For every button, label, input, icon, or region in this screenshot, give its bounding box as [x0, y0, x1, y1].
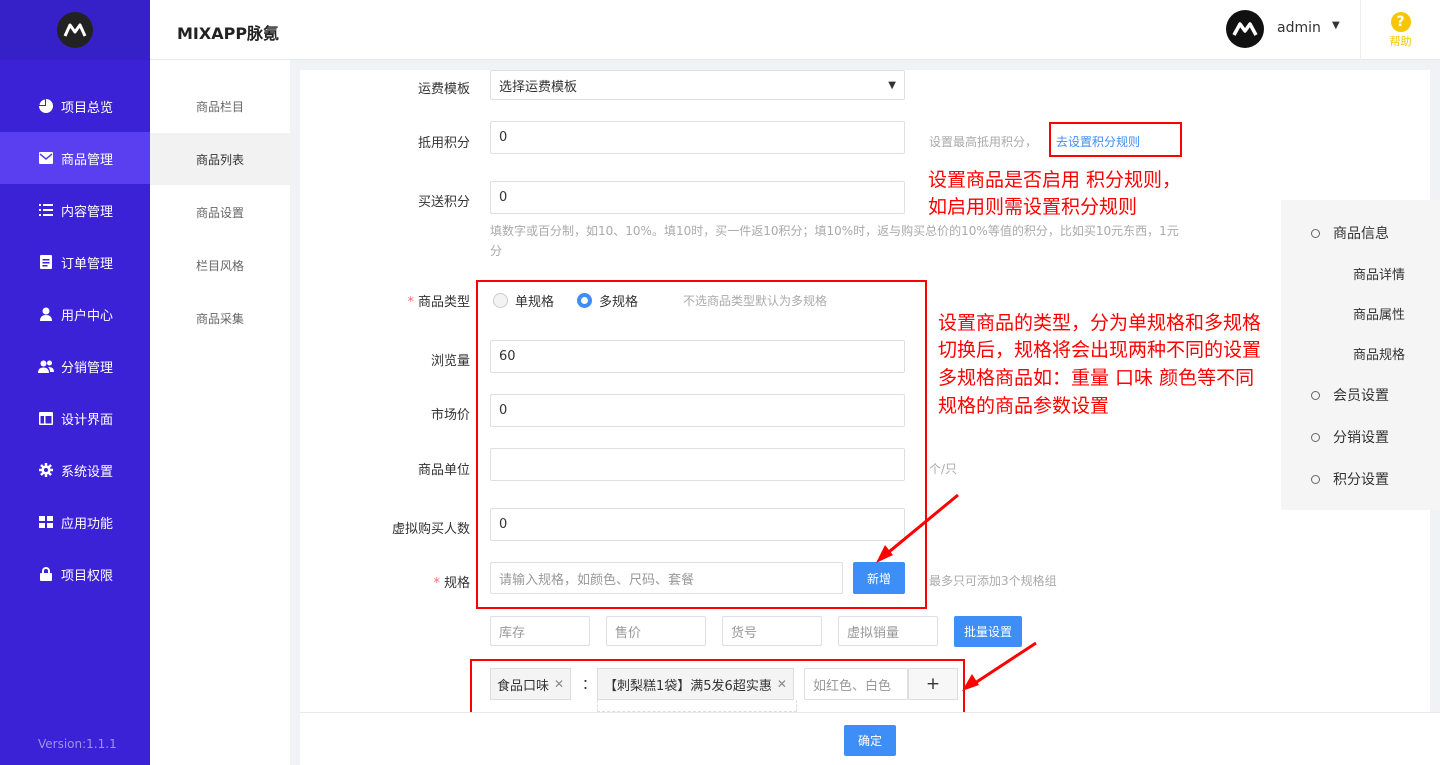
anchor-distribution-settings[interactable]: 分销设置: [1311, 427, 1389, 447]
circle-icon: [1311, 390, 1320, 400]
annotation-arrows: [876, 493, 1037, 691]
anchor-points-settings[interactable]: 积分设置: [1311, 469, 1389, 489]
anchor-label: 商品信息: [1333, 226, 1389, 242]
anchor-product-spec[interactable]: 商品规格: [1353, 344, 1405, 363]
circle-icon: [1311, 432, 1320, 442]
confirm-button[interactable]: 确定: [844, 725, 896, 756]
anchor-product-attr[interactable]: 商品属性: [1353, 304, 1405, 323]
circle-icon: [1311, 228, 1320, 238]
form-footer: 确定: [300, 712, 1440, 765]
anchor-label: 会员设置: [1333, 388, 1389, 404]
anchor-label: 分销设置: [1333, 430, 1389, 446]
arrow-to-add-button: [876, 493, 959, 563]
circle-icon: [1311, 474, 1320, 484]
section-anchor-nav: 商品信息 商品详情 商品属性 商品规格 会员设置 分销设置 积分设置: [1281, 200, 1440, 510]
anchor-label: 积分设置: [1333, 472, 1389, 488]
anchor-member-settings[interactable]: 会员设置: [1311, 385, 1389, 405]
anchor-product-detail[interactable]: 商品详情: [1353, 264, 1405, 283]
arrow-to-spec-group: [962, 641, 1037, 691]
anchor-product-info[interactable]: 商品信息: [1311, 223, 1389, 243]
